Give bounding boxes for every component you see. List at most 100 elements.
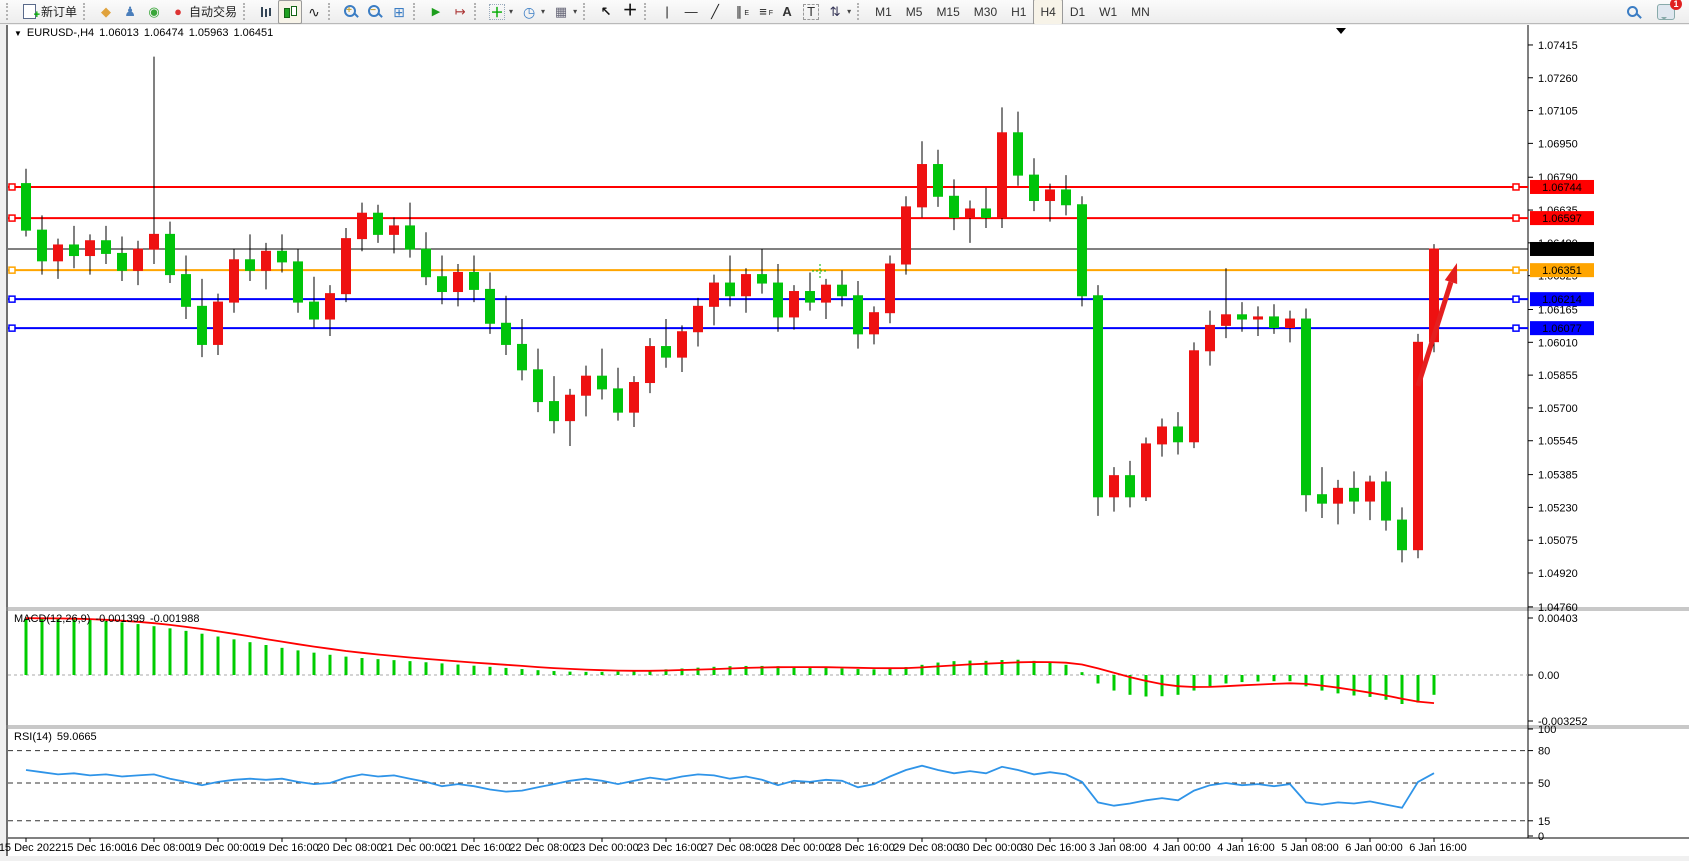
rsi-tick-label: 80: [1538, 746, 1550, 758]
candle: [854, 296, 863, 334]
hline-handle[interactable]: [9, 215, 15, 221]
time-tick-label: 21 Dec 00:00: [381, 842, 446, 854]
price-tick-label: 1.06010: [1538, 337, 1578, 349]
candle: [166, 234, 175, 274]
candle: [502, 323, 511, 344]
candle: [806, 292, 815, 303]
price-label-text: 1.06077: [1542, 323, 1582, 335]
macd-histogram-bar: [377, 659, 380, 675]
candle: [1014, 133, 1023, 175]
chart-background: [8, 25, 1689, 856]
macd-histogram-bar: [217, 637, 220, 675]
candle: [1126, 476, 1135, 497]
hline-handle[interactable]: [1513, 296, 1519, 302]
candle: [934, 165, 943, 197]
macd-signal-value: -0.001988: [150, 613, 200, 625]
candle: [390, 226, 399, 234]
macd-histogram-bar: [1257, 675, 1260, 682]
price-tick-label: 1.07105: [1538, 106, 1578, 118]
time-tick-label: 6 Jan 00:00: [1345, 842, 1403, 854]
hline-handle[interactable]: [1513, 267, 1519, 273]
time-tick-label: 5 Jan 08:00: [1281, 842, 1339, 854]
candle: [1270, 317, 1279, 328]
hline-handle[interactable]: [1513, 325, 1519, 331]
candle: [1206, 325, 1215, 350]
macd-tick-label: 0.00403: [1538, 613, 1578, 625]
macd-histogram-bar: [441, 663, 444, 675]
rsi-tick-label: 50: [1538, 778, 1550, 790]
time-tick-label: 20 Dec 08:00: [317, 842, 382, 854]
time-tick-label: 30 Dec 16:00: [1021, 842, 1086, 854]
hline-handle[interactable]: [1513, 215, 1519, 221]
candle: [198, 306, 207, 344]
time-tick-label: 3 Jan 08:00: [1089, 842, 1147, 854]
candle: [582, 376, 591, 395]
macd-histogram-bar: [1177, 675, 1180, 695]
candle: [470, 272, 479, 289]
macd-histogram-bar: [281, 648, 284, 675]
price-tick-label: 1.05075: [1538, 535, 1578, 547]
chart-canvas[interactable]: 1.074151.072601.071051.069501.067901.066…: [0, 0, 1689, 861]
candle: [182, 275, 191, 307]
macd-histogram-bar: [713, 667, 716, 675]
macd-histogram-bar: [169, 628, 172, 675]
candle: [742, 275, 751, 296]
macd-histogram-bar: [953, 661, 956, 675]
chart-title: ▼ EURUSD-,H4 1.06013 1.06474 1.05963 1.0…: [14, 27, 273, 39]
candle: [1302, 319, 1311, 495]
hline-handle[interactable]: [9, 296, 15, 302]
candle: [566, 395, 575, 420]
candle: [630, 383, 639, 413]
candle: [86, 241, 95, 256]
hline-handle[interactable]: [1513, 184, 1519, 190]
candle: [758, 275, 767, 283]
macd-histogram-bar: [937, 663, 940, 675]
hline-handle[interactable]: [9, 325, 15, 331]
candle: [246, 260, 255, 271]
time-tick-label: 19 Dec 00:00: [189, 842, 254, 854]
macd-histogram-bar: [1273, 675, 1276, 681]
price-tick-label: 1.07415: [1538, 40, 1578, 52]
candle: [486, 289, 495, 323]
macd-histogram-bar: [425, 662, 428, 675]
hline-handle[interactable]: [9, 184, 15, 190]
macd-histogram-bar: [297, 650, 300, 675]
macd-histogram-bar: [329, 655, 332, 675]
macd-histogram-bar: [1209, 675, 1212, 686]
chart-close-value: 1.06451: [233, 27, 273, 39]
macd-histogram-bar: [1321, 675, 1324, 691]
macd-main-value: -0.001399: [95, 613, 145, 625]
macd-histogram-bar: [73, 619, 76, 675]
macd-histogram-bar: [1033, 661, 1036, 675]
candle: [966, 209, 975, 217]
macd-histogram-bar: [105, 621, 108, 675]
candle: [102, 241, 111, 254]
price-label-text: 1.06351: [1542, 265, 1582, 277]
macd-histogram-bar: [1145, 675, 1148, 696]
candle: [998, 133, 1007, 218]
candle: [550, 402, 559, 421]
candle: [1254, 317, 1263, 319]
candle: [1110, 476, 1119, 497]
candle: [358, 213, 367, 238]
candle: [1238, 315, 1247, 319]
macd-histogram-bar: [825, 668, 828, 675]
macd-histogram-bar: [601, 672, 604, 675]
candle: [54, 245, 63, 261]
macd-tick-label: 0.00: [1538, 670, 1559, 682]
candle: [902, 207, 911, 264]
chart-dropdown-icon[interactable]: ▼: [14, 29, 22, 38]
macd-histogram-bar: [457, 665, 460, 675]
candle: [1142, 444, 1151, 497]
macd-histogram-bar: [521, 669, 524, 675]
candle: [1382, 482, 1391, 520]
rsi-tick-label: 15: [1538, 816, 1550, 828]
macd-histogram-bar: [1081, 672, 1084, 675]
macd-histogram-bar: [265, 645, 268, 675]
time-tick-label: 4 Jan 16:00: [1217, 842, 1275, 854]
price-tick-label: 1.06950: [1538, 138, 1578, 150]
hline-handle[interactable]: [9, 267, 15, 273]
macd-histogram-bar: [1161, 675, 1164, 696]
chart-high-value: 1.06474: [144, 27, 184, 39]
macd-histogram-bar: [233, 639, 236, 675]
